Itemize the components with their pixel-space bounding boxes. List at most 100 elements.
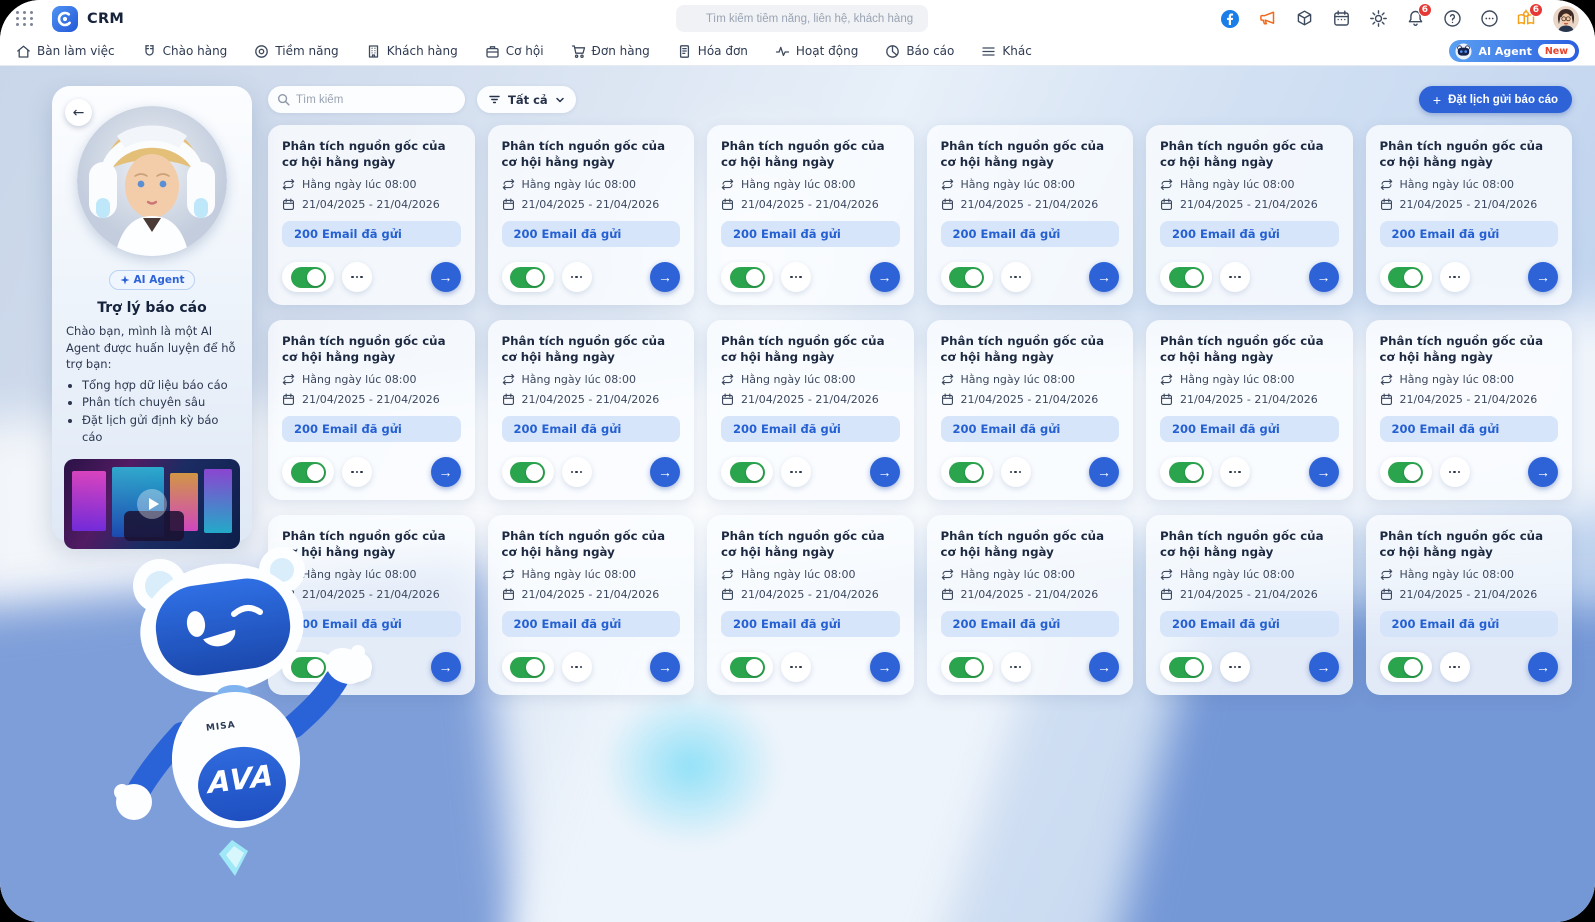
report-card[interactable]: Phân tích nguồn gốc của cơ hội hằng ngày… (268, 125, 475, 305)
nav-item-hoat-dong[interactable]: Hoạt động (775, 44, 858, 59)
report-card[interactable]: Phân tích nguồn gốc của cơ hội hằng ngày… (707, 320, 914, 500)
report-card[interactable]: Phân tích nguồn gốc của cơ hội hằng ngày… (488, 125, 695, 305)
report-card[interactable]: Phân tích nguồn gốc của cơ hội hằng ngày… (488, 320, 695, 500)
open-report-button[interactable]: → (1528, 457, 1558, 487)
open-report-button[interactable]: → (1309, 262, 1339, 292)
report-card[interactable]: Phân tích nguồn gốc của cơ hội hằng ngày… (707, 125, 914, 305)
megaphone-icon[interactable] (1257, 9, 1277, 29)
open-report-button[interactable]: → (1528, 262, 1558, 292)
more-options-button[interactable] (562, 262, 592, 292)
more-options-button[interactable] (1001, 652, 1031, 682)
global-search-input[interactable] (676, 5, 928, 32)
report-card[interactable]: Phân tích nguồn gốc của cơ hội hằng ngày… (927, 125, 1134, 305)
active-toggle[interactable] (1160, 652, 1212, 682)
gear-icon[interactable] (1368, 9, 1388, 29)
report-card[interactable]: Phân tích nguồn gốc của cơ hội hằng ngày… (1146, 125, 1353, 305)
play-icon[interactable] (137, 489, 167, 519)
open-report-button[interactable]: → (1089, 457, 1119, 487)
back-button[interactable]: ← (65, 99, 92, 126)
report-card[interactable]: Phân tích nguồn gốc của cơ hội hằng ngày… (1146, 320, 1353, 500)
open-report-button[interactable]: → (431, 262, 461, 292)
open-report-button[interactable]: → (431, 652, 461, 682)
active-toggle[interactable] (282, 652, 334, 682)
report-card[interactable]: Phân tích nguồn gốc của cơ hội hằng ngày… (268, 515, 475, 695)
report-card[interactable]: Phân tích nguồn gốc của cơ hội hằng ngày… (1366, 515, 1573, 695)
open-report-button[interactable]: → (870, 262, 900, 292)
more-options-button[interactable] (781, 457, 811, 487)
filter-dropdown[interactable]: Tất cả (477, 86, 576, 113)
nav-item-chao-hang[interactable]: Chào hàng (142, 44, 228, 59)
active-toggle[interactable] (1380, 652, 1432, 682)
open-report-button[interactable]: → (650, 652, 680, 682)
active-toggle[interactable] (941, 262, 993, 292)
more-options-button[interactable] (1440, 457, 1470, 487)
active-toggle[interactable] (721, 457, 773, 487)
nav-item-co-hoi[interactable]: Cơ hội (485, 44, 544, 59)
open-report-button[interactable]: → (870, 652, 900, 682)
more-circle-icon[interactable] (1479, 9, 1499, 29)
cube-icon[interactable] (1294, 9, 1314, 29)
nav-item-bao-cao[interactable]: Báo cáo (885, 44, 954, 59)
facebook-icon[interactable] (1220, 9, 1240, 29)
more-options-button[interactable] (1220, 457, 1250, 487)
report-card[interactable]: Phân tích nguồn gốc của cơ hội hằng ngày… (1366, 125, 1573, 305)
report-card[interactable]: Phân tích nguồn gốc của cơ hội hằng ngày… (927, 320, 1134, 500)
more-options-button[interactable] (1220, 652, 1250, 682)
report-card[interactable]: Phân tích nguồn gốc của cơ hội hằng ngày… (268, 320, 475, 500)
more-options-button[interactable] (342, 652, 372, 682)
active-toggle[interactable] (1160, 457, 1212, 487)
more-options-button[interactable] (342, 457, 372, 487)
more-options-button[interactable] (1001, 262, 1031, 292)
active-toggle[interactable] (502, 457, 554, 487)
nav-item-tiem-nang[interactable]: Tiềm năng (254, 44, 338, 59)
active-toggle[interactable] (941, 652, 993, 682)
crm-logo[interactable] (52, 6, 78, 32)
report-card[interactable]: Phân tích nguồn gốc của cơ hội hằng ngày… (1366, 320, 1573, 500)
active-toggle[interactable] (282, 262, 334, 292)
open-report-button[interactable]: → (1528, 652, 1558, 682)
intro-video-thumbnail[interactable] (64, 459, 240, 549)
more-options-button[interactable] (342, 262, 372, 292)
more-options-button[interactable] (1001, 457, 1031, 487)
open-report-button[interactable]: → (650, 262, 680, 292)
open-report-button[interactable]: → (650, 457, 680, 487)
report-card[interactable]: Phân tích nguồn gốc của cơ hội hằng ngày… (1146, 515, 1353, 695)
active-toggle[interactable] (1160, 262, 1212, 292)
user-avatar[interactable] (1553, 6, 1579, 32)
active-toggle[interactable] (1380, 262, 1432, 292)
apps-grid-icon[interactable] (16, 11, 34, 27)
active-toggle[interactable] (1380, 457, 1432, 487)
nav-item-khach-hang[interactable]: Khách hàng (366, 44, 458, 59)
active-toggle[interactable] (282, 457, 334, 487)
report-card[interactable]: Phân tích nguồn gốc của cơ hội hằng ngày… (488, 515, 695, 695)
open-report-button[interactable]: → (1089, 262, 1119, 292)
nav-item-don-hang[interactable]: Đơn hàng (571, 44, 650, 59)
nav-item-ban-lam-viec[interactable]: Bàn làm việc (16, 44, 115, 59)
report-card[interactable]: Phân tích nguồn gốc của cơ hội hằng ngày… (927, 515, 1134, 695)
more-options-button[interactable] (562, 652, 592, 682)
report-card[interactable]: Phân tích nguồn gốc của cơ hội hằng ngày… (707, 515, 914, 695)
more-options-button[interactable] (562, 457, 592, 487)
bell-icon[interactable]: 6 (1405, 9, 1425, 29)
open-report-button[interactable]: → (1309, 457, 1339, 487)
open-report-button[interactable]: → (1309, 652, 1339, 682)
help-icon[interactable] (1442, 9, 1462, 29)
ai-agent-button[interactable]: AI Agent New (1449, 40, 1579, 62)
more-options-button[interactable] (781, 652, 811, 682)
report-search-input[interactable] (268, 86, 465, 113)
nav-item-khac[interactable]: Khác (981, 44, 1031, 59)
active-toggle[interactable] (721, 262, 773, 292)
nav-item-hoa-don[interactable]: Hóa đơn (677, 44, 748, 59)
open-report-button[interactable]: → (870, 457, 900, 487)
active-toggle[interactable] (721, 652, 773, 682)
active-toggle[interactable] (941, 457, 993, 487)
calendar-icon[interactable] (1331, 9, 1351, 29)
more-options-button[interactable] (1220, 262, 1250, 292)
more-options-button[interactable] (1440, 652, 1470, 682)
active-toggle[interactable] (502, 262, 554, 292)
schedule-report-button[interactable]: + Đặt lịch gửi báo cáo (1419, 86, 1572, 113)
more-options-button[interactable] (1440, 262, 1470, 292)
open-report-button[interactable]: → (1089, 652, 1119, 682)
more-options-button[interactable] (781, 262, 811, 292)
active-toggle[interactable] (502, 652, 554, 682)
